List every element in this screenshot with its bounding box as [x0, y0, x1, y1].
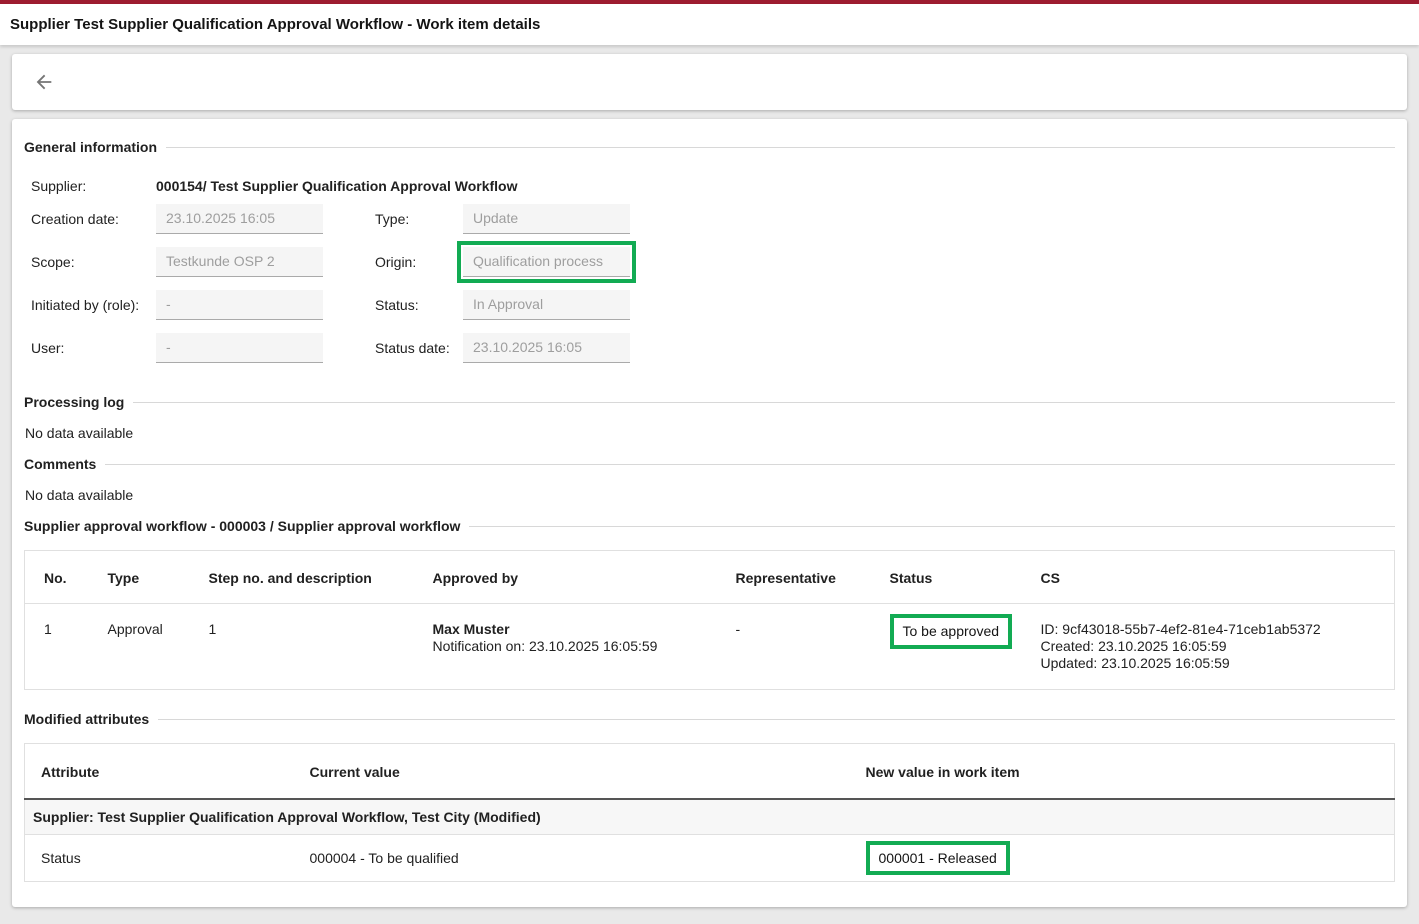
section-approval-workflow: Supplier approval workflow - 000003 / Su… [24, 518, 1395, 534]
type-field: Update [463, 204, 630, 234]
title-bar: Supplier Test Supplier Qualification App… [0, 4, 1419, 45]
approver-notification: Notification on: 23.10.2025 16:05:59 [433, 638, 709, 655]
approval-table-row: 1 Approval 1 Max Muster Notification on:… [25, 604, 1395, 690]
cell-status: To be approved [871, 604, 1022, 690]
cs-updated: Updated: 23.10.2025 16:05:59 [1041, 655, 1387, 672]
form-row: Initiated by (role): - Status: In Approv… [31, 283, 1395, 326]
col-type: Type [89, 551, 190, 604]
approver-name: Max Muster [433, 621, 709, 638]
status-label: Status: [375, 297, 463, 313]
initiated-by-label: Initiated by (role): [31, 297, 156, 313]
supplier-row: Supplier: 000154/ Test Supplier Qualific… [31, 178, 1395, 194]
scope-label: Scope: [31, 254, 156, 270]
cell-no: 1 [25, 604, 89, 690]
status-badge-highlight: To be approved [890, 614, 1013, 649]
page-title: Supplier Test Supplier Qualification App… [10, 16, 540, 33]
origin-field-highlight: Qualification process [457, 241, 636, 283]
cell-type: Approval [89, 604, 190, 690]
col-status: Status [871, 551, 1022, 604]
col-step: Step no. and description [190, 551, 414, 604]
approval-table-header-row: No. Type Step no. and description Approv… [25, 551, 1395, 604]
arrow-left-icon [33, 71, 55, 93]
form-row: Creation date: 23.10.2025 16:05 Type: Up… [31, 197, 1395, 240]
toolbar-card [12, 54, 1407, 110]
section-title: Processing log [24, 394, 124, 410]
status-date-field: 23.10.2025 16:05 [463, 333, 630, 363]
back-button[interactable] [33, 71, 55, 93]
section-processing-log: Processing log [24, 394, 1395, 410]
section-title: Comments [24, 456, 96, 472]
col-representative: Representative [717, 551, 871, 604]
group-header: Supplier: Test Supplier Qualification Ap… [25, 799, 1395, 835]
section-general-information: General information [24, 139, 1395, 155]
modified-attributes-table: Attribute Current value New value in wor… [24, 743, 1395, 882]
col-attribute: Attribute [25, 744, 294, 800]
col-current-value: Current value [294, 744, 850, 800]
supplier-value: 000154/ Test Supplier Qualification Appr… [156, 178, 518, 194]
section-divider [469, 526, 1395, 527]
new-value-highlight: 000001 - Released [866, 841, 1010, 875]
cs-id: ID: 9cf43018-55b7-4ef2-81e4-71ceb1ab5372 [1041, 621, 1387, 638]
modified-table-row: Status 000004 - To be qualified 000001 -… [25, 835, 1395, 882]
creation-date-label: Creation date: [31, 211, 156, 227]
modified-table-group-row: Supplier: Test Supplier Qualification Ap… [25, 799, 1395, 835]
cell-step: 1 [190, 604, 414, 690]
form-row: Scope: Testkunde OSP 2 Origin: Qualifica… [31, 240, 1395, 283]
origin-label: Origin: [375, 254, 463, 270]
section-divider [158, 719, 1395, 720]
supplier-label: Supplier: [31, 178, 156, 194]
cell-representative: - [717, 604, 871, 690]
section-comments: Comments [24, 456, 1395, 472]
col-approved-by: Approved by [414, 551, 717, 604]
status-date-label: Status date: [375, 340, 463, 356]
modified-table-header-row: Attribute Current value New value in wor… [25, 744, 1395, 800]
work-item-details-card: General information Supplier: 000154/ Te… [12, 119, 1407, 907]
section-divider [166, 147, 1395, 148]
col-new-value: New value in work item [850, 744, 1395, 800]
origin-field: Qualification process [463, 247, 630, 277]
section-title: Supplier approval workflow - 000003 / Su… [24, 518, 460, 534]
cell-current-value: 000004 - To be qualified [294, 835, 850, 882]
comments-empty-text: No data available [25, 487, 1395, 503]
cell-cs: ID: 9cf43018-55b7-4ef2-81e4-71ceb1ab5372… [1022, 604, 1395, 690]
cell-approved-by: Max Muster Notification on: 23.10.2025 1… [414, 604, 717, 690]
status-field: In Approval [463, 290, 630, 320]
section-divider [105, 464, 1395, 465]
creation-date-field: 23.10.2025 16:05 [156, 204, 323, 234]
cs-created: Created: 23.10.2025 16:05:59 [1041, 638, 1387, 655]
cell-attribute: Status [25, 835, 294, 882]
section-modified-attributes: Modified attributes [24, 711, 1395, 727]
approval-workflow-table: No. Type Step no. and description Approv… [24, 550, 1395, 690]
section-title: Modified attributes [24, 711, 149, 727]
section-divider [133, 402, 1395, 403]
processing-log-empty-text: No data available [25, 425, 1395, 441]
form-row: User: - Status date: 23.10.2025 16:05 [31, 326, 1395, 369]
type-label: Type: [375, 211, 463, 227]
col-cs: CS [1022, 551, 1395, 604]
section-title: General information [24, 139, 157, 155]
user-label: User: [31, 340, 156, 356]
cell-new-value: 000001 - Released [850, 835, 1395, 882]
scope-field: Testkunde OSP 2 [156, 247, 323, 277]
col-no: No. [25, 551, 89, 604]
user-field: - [156, 333, 323, 363]
initiated-by-field: - [156, 290, 323, 320]
